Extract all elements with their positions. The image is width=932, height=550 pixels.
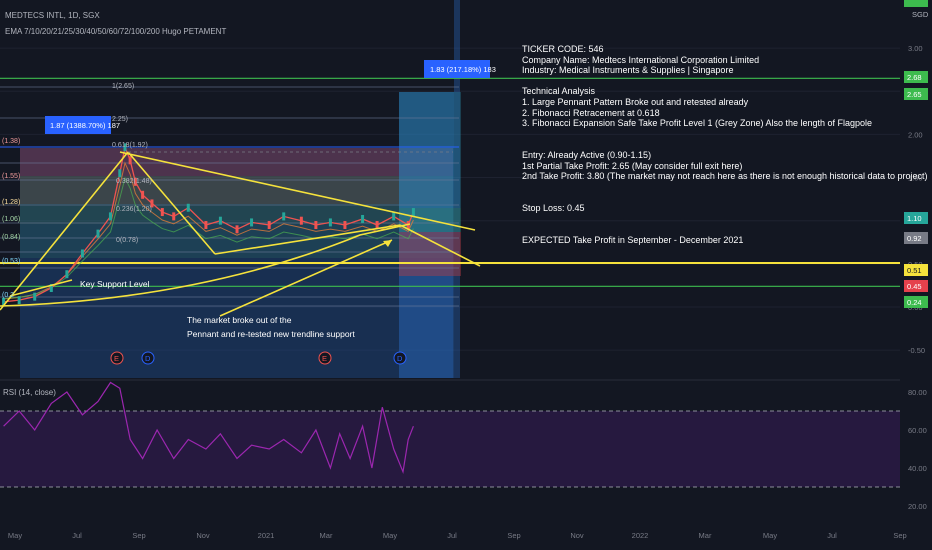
price-candle bbox=[204, 221, 208, 230]
indicator-legend[interactable]: EMA 7/10/20/21/25/30/40/50/60/72/100/200… bbox=[5, 27, 226, 36]
x-tick-label: Mar bbox=[699, 531, 712, 540]
event-marker: D bbox=[141, 351, 155, 365]
x-tick-label: Mar bbox=[320, 531, 333, 540]
price-candle bbox=[160, 208, 164, 217]
x-tick-label: 2021 bbox=[258, 531, 275, 540]
price-candle bbox=[33, 292, 37, 301]
x-tick-label: May bbox=[8, 531, 22, 540]
price-candle bbox=[118, 169, 122, 178]
fib-zone-green bbox=[20, 204, 453, 224]
fib-label: (1.38) bbox=[2, 138, 20, 145]
rsi-tick-label: 40.00 bbox=[908, 464, 927, 473]
event-marker-label: D bbox=[145, 354, 151, 363]
y-tick-label: -0.50 bbox=[908, 346, 925, 355]
fib-label: (0.53) bbox=[2, 258, 20, 265]
price-candle bbox=[392, 212, 396, 221]
price-candle bbox=[108, 212, 112, 221]
symbol-title: MEDTECS INTL, 1D, SGX bbox=[5, 11, 100, 20]
fib-label: (1.28) bbox=[2, 199, 20, 206]
price-candle bbox=[172, 212, 176, 221]
price-candle bbox=[128, 156, 132, 165]
x-tick-label: Jul bbox=[72, 531, 82, 540]
fib-label: (1.06) bbox=[2, 216, 20, 223]
price-candle bbox=[299, 216, 303, 225]
rsi-band bbox=[0, 411, 900, 487]
x-tick-label: May bbox=[383, 531, 397, 540]
fib-label: (0.84) bbox=[2, 234, 20, 241]
price-candle bbox=[141, 190, 145, 199]
price-candle bbox=[186, 203, 190, 212]
price-badge-label: 0.24 bbox=[907, 298, 922, 307]
fib-label: (0.2 bbox=[2, 292, 14, 299]
fib-label: 0(0.78) bbox=[116, 237, 138, 244]
fib-label: 0.618(1.92) bbox=[112, 142, 148, 149]
price-candle bbox=[361, 214, 365, 223]
price-candle bbox=[96, 229, 100, 238]
event-marker: D bbox=[393, 351, 407, 365]
price-candle bbox=[80, 249, 84, 258]
top-badge bbox=[904, 0, 928, 7]
analysis-notes: TICKER CODE: 546 Company Name: Medtecs I… bbox=[522, 44, 928, 245]
rsi-tick-label: 60.00 bbox=[908, 426, 927, 435]
x-tick-label: Nov bbox=[196, 531, 210, 540]
price-candle bbox=[411, 208, 415, 217]
fib-label: 1(2.65) bbox=[112, 83, 134, 90]
price-candle bbox=[218, 216, 222, 225]
event-marker-label: D bbox=[397, 354, 403, 363]
price-candle bbox=[65, 270, 69, 279]
x-tick-label: Sep bbox=[893, 531, 906, 540]
event-marker-label: E bbox=[114, 354, 119, 363]
breakout-note-line1: The market broke out of the bbox=[187, 315, 292, 325]
price-badge-label: 0.51 bbox=[907, 266, 922, 275]
x-tick-label: 2022 bbox=[632, 531, 649, 540]
fib-label: 0.382(1.48) bbox=[116, 178, 152, 185]
x-tick-label: Sep bbox=[507, 531, 520, 540]
price-badge: 0.45 bbox=[904, 280, 928, 292]
rsi-tick-label: 80.00 bbox=[908, 388, 927, 397]
x-tick-label: Nov bbox=[570, 531, 584, 540]
event-marker: E bbox=[318, 351, 332, 365]
rsi-tick-label: 20.00 bbox=[908, 502, 927, 511]
price-candle bbox=[17, 296, 21, 305]
breakout-note-line2: Pennant and re-tested new trendline supp… bbox=[187, 329, 355, 339]
price-candle bbox=[235, 225, 239, 234]
x-tick-label: Jul bbox=[447, 531, 457, 540]
price-candle bbox=[343, 221, 347, 230]
price-badge-label: 0.45 bbox=[907, 282, 922, 291]
fib-label: 2.25) bbox=[112, 116, 128, 123]
currency-label: SGD bbox=[912, 10, 929, 19]
price-candle bbox=[267, 221, 271, 230]
measure-label-right: 1.83 (217.18%) 183 bbox=[430, 65, 496, 74]
price-candle bbox=[282, 212, 286, 221]
fib-label: 0.236(1.20) bbox=[116, 206, 152, 213]
x-tick-label: Jul bbox=[827, 531, 837, 540]
price-candle bbox=[314, 221, 318, 230]
price-badge: 0.24 bbox=[904, 296, 928, 308]
price-candle bbox=[328, 218, 332, 227]
x-tick-label: May bbox=[763, 531, 777, 540]
event-marker: E bbox=[110, 351, 124, 365]
price-candle bbox=[250, 218, 254, 227]
measure-label-left: 1.87 (1388.70%) 187 bbox=[50, 121, 120, 130]
fib-label: (1.55) bbox=[2, 173, 20, 180]
price-badge: 0.51 bbox=[904, 264, 928, 276]
event-marker-label: E bbox=[322, 354, 327, 363]
support-label: Key Support Level bbox=[80, 279, 150, 289]
x-tick-label: Sep bbox=[132, 531, 145, 540]
target-zone bbox=[399, 92, 461, 208]
rsi-title: RSI (14, close) bbox=[3, 388, 56, 397]
